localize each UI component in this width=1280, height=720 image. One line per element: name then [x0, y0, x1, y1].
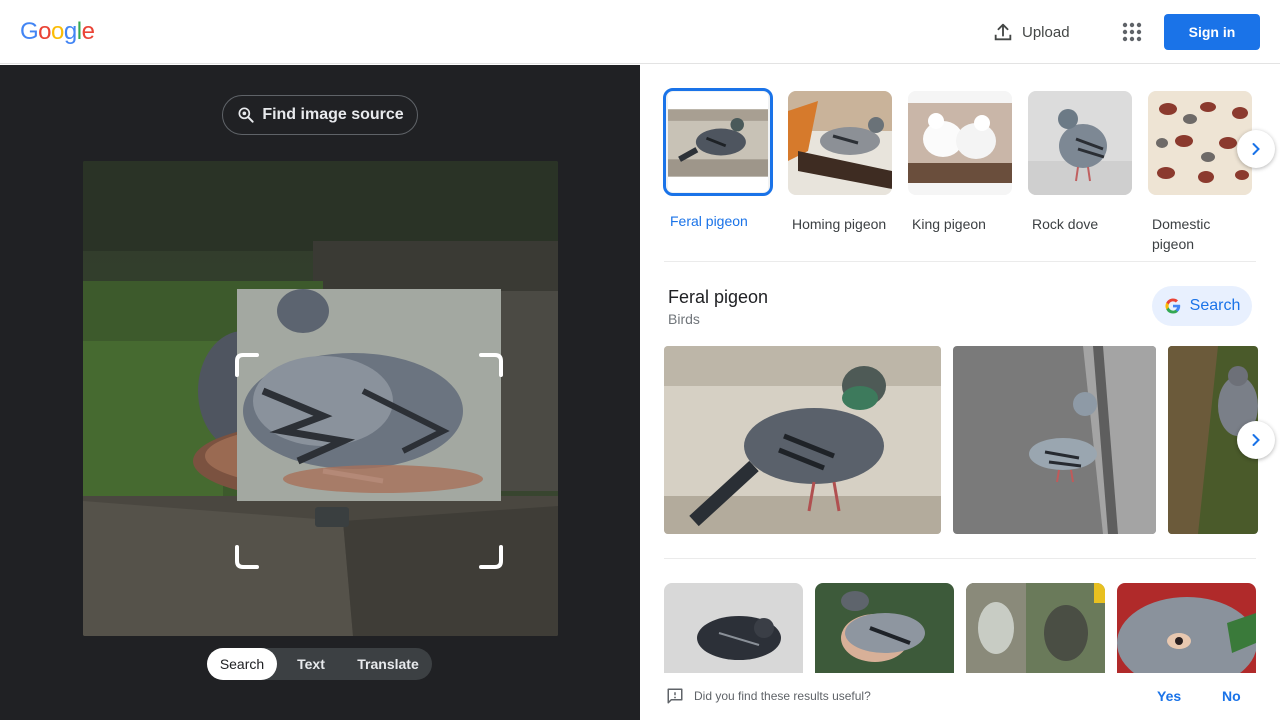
logo-letter: o	[38, 18, 52, 45]
entity-carousel: Feral pigeon Homing pigeon King pigeon R…	[663, 88, 1264, 254]
section-divider	[664, 558, 1256, 559]
logo-letter: e	[81, 18, 95, 45]
lens-search-icon	[238, 107, 254, 123]
entity-search-label: Search	[1189, 297, 1241, 314]
entity-chip-label: Homing pigeon	[792, 216, 887, 232]
entity-search-button[interactable]: Search	[1152, 286, 1252, 326]
visual-match-image[interactable]	[1117, 583, 1256, 673]
tab-text[interactable]: Text	[277, 648, 345, 680]
lens-mode-tabs: Search Text Translate	[207, 648, 432, 680]
apps-grid-icon[interactable]	[1120, 20, 1144, 44]
entity-chip-king-pigeon[interactable]: King pigeon	[908, 91, 1012, 234]
carousel-next-button[interactable]	[1237, 130, 1275, 168]
feedback-bar: Did you find these results useful? Yes N…	[640, 673, 1280, 720]
logo-letter: G	[20, 18, 39, 45]
feedback-question: Did you find these results useful?	[694, 689, 871, 703]
entity-title: Feral pigeon	[668, 287, 769, 307]
feedback-no-button[interactable]: No	[1222, 688, 1241, 704]
entity-subtitle: Birds	[668, 311, 700, 327]
feedback-yes-button[interactable]: Yes	[1157, 688, 1181, 704]
entity-chip-feral-pigeon[interactable]: Feral pigeon	[663, 88, 773, 231]
king-pigeon-thumbnail	[908, 91, 1012, 195]
feral-pigeon-thumbnail	[663, 88, 773, 196]
upload-button[interactable]: Upload	[992, 20, 1070, 44]
entity-chip-label: Domestic pigeon	[1152, 216, 1211, 252]
section-divider	[664, 261, 1256, 262]
upload-icon	[994, 23, 1012, 41]
sign-in-button[interactable]: Sign in	[1164, 14, 1260, 50]
rock-dove-thumbnail	[1028, 91, 1132, 195]
entity-chip-label: Feral pigeon	[670, 213, 748, 229]
tab-search[interactable]: Search	[207, 648, 277, 680]
visual-match-image[interactable]	[664, 583, 803, 673]
images-next-button[interactable]	[1237, 421, 1275, 459]
logo-letter: o	[51, 18, 64, 45]
entity-chip-label: Rock dove	[1032, 216, 1099, 232]
feedback-icon	[667, 688, 683, 704]
find-image-source-label: Find image source	[262, 106, 404, 123]
entity-chip-domestic-pigeon[interactable]: Domestic pigeon	[1148, 91, 1252, 254]
top-bar: Google Upload Sign in	[0, 0, 1280, 64]
domestic-pigeon-thumbnail	[1148, 91, 1252, 195]
chevron-right-icon	[1252, 434, 1260, 446]
visual-match-image[interactable]	[966, 583, 1105, 673]
upload-label: Upload	[1022, 23, 1070, 41]
entity-chip-label: King pigeon	[912, 216, 986, 232]
homing-pigeon-thumbnail	[788, 91, 892, 195]
entity-image[interactable]	[953, 346, 1156, 534]
entity-image[interactable]	[664, 346, 941, 534]
results-pane: Feral pigeon Homing pigeon King pigeon R…	[640, 65, 1280, 720]
query-image-pane: Find image source Search Text Translate	[0, 65, 640, 720]
entity-chip-homing-pigeon[interactable]: Homing pigeon	[788, 91, 892, 234]
find-image-source-button[interactable]: Find image source	[222, 95, 418, 135]
crop-selection-handles[interactable]	[235, 353, 503, 569]
tab-translate[interactable]: Translate	[345, 648, 431, 680]
visual-match-image[interactable]	[815, 583, 954, 673]
google-g-icon	[1165, 298, 1180, 314]
google-logo[interactable]: Google	[20, 18, 95, 46]
chevron-right-icon	[1252, 143, 1260, 155]
logo-letter: g	[63, 18, 77, 45]
entity-chip-rock-dove[interactable]: Rock dove	[1028, 91, 1132, 234]
